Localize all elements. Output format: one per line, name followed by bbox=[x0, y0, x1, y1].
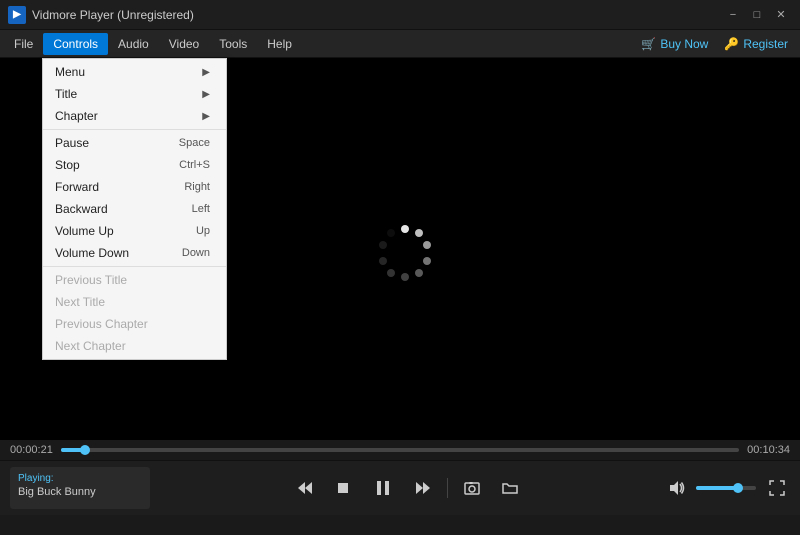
dd-pause[interactable]: Pause Space bbox=[43, 132, 226, 154]
menu-file[interactable]: File bbox=[4, 33, 43, 55]
volume-button[interactable] bbox=[664, 476, 688, 500]
key-icon: 🔑 bbox=[724, 37, 739, 51]
volume-thumb[interactable] bbox=[733, 483, 743, 493]
menu-tools[interactable]: Tools bbox=[209, 33, 257, 55]
controls-dropdown: Menu ▶ Title ▶ Chapter ▶ Pause Space Sto… bbox=[42, 58, 227, 360]
fast-forward-button[interactable] bbox=[409, 474, 437, 502]
dd-backward[interactable]: Backward Left bbox=[43, 198, 226, 220]
close-button[interactable]: ✕ bbox=[770, 4, 792, 26]
controls-divider bbox=[447, 478, 448, 498]
playing-title: Big Buck Bunny bbox=[18, 486, 142, 498]
pause-button[interactable] bbox=[367, 472, 399, 504]
center-controls bbox=[150, 472, 664, 504]
buy-now-button[interactable]: 🛒 Buy Now bbox=[633, 33, 716, 55]
time-current: 00:00:21 bbox=[10, 444, 53, 456]
menu-audio[interactable]: Audio bbox=[108, 33, 159, 55]
register-button[interactable]: 🔑 Register bbox=[716, 33, 796, 55]
progress-bar-area: 00:00:21 00:10:34 bbox=[0, 440, 800, 460]
dd-volume-down[interactable]: Volume Down Down bbox=[43, 242, 226, 264]
time-total: 00:10:34 bbox=[747, 444, 790, 456]
cart-icon: 🛒 bbox=[641, 37, 656, 51]
menu-video[interactable]: Video bbox=[159, 33, 209, 55]
dd-chapter[interactable]: Chapter ▶ bbox=[43, 105, 226, 127]
dd-volume-up[interactable]: Volume Up Up bbox=[43, 220, 226, 242]
menu-controls[interactable]: Controls bbox=[43, 33, 108, 55]
playing-label: Playing: bbox=[18, 473, 142, 484]
title-controls: − □ ✕ bbox=[722, 4, 792, 26]
volume-fill bbox=[696, 486, 738, 490]
dd-title[interactable]: Title ▶ bbox=[43, 83, 226, 105]
fullscreen-button[interactable] bbox=[764, 475, 790, 501]
menu-arrow-icon: ▶ bbox=[202, 67, 210, 78]
right-controls bbox=[664, 475, 790, 501]
dd-next-title: Next Title bbox=[43, 291, 226, 313]
minimize-button[interactable]: − bbox=[722, 4, 744, 26]
screenshot-button[interactable] bbox=[458, 474, 486, 502]
dd-next-chapter: Next Chapter bbox=[43, 335, 226, 357]
dd-prev-chapter: Previous Chapter bbox=[43, 313, 226, 335]
dd-menu[interactable]: Menu ▶ bbox=[43, 61, 226, 83]
separator-1 bbox=[43, 129, 226, 130]
rewind-button[interactable] bbox=[291, 474, 319, 502]
volume-track[interactable] bbox=[696, 486, 756, 490]
title-arrow-icon: ▶ bbox=[202, 89, 210, 100]
separator-2 bbox=[43, 266, 226, 267]
dd-prev-title: Previous Title bbox=[43, 269, 226, 291]
loading-spinner bbox=[370, 219, 430, 279]
stop-button[interactable] bbox=[329, 474, 357, 502]
playing-info: Playing: Big Buck Bunny bbox=[10, 467, 150, 509]
dd-stop[interactable]: Stop Ctrl+S bbox=[43, 154, 226, 176]
folder-button[interactable] bbox=[496, 474, 524, 502]
bottom-controls: Playing: Big Buck Bunny bbox=[0, 460, 800, 515]
dd-forward[interactable]: Forward Right bbox=[43, 176, 226, 198]
chapter-arrow-icon: ▶ bbox=[202, 111, 210, 122]
progress-track[interactable] bbox=[61, 448, 739, 452]
maximize-button[interactable]: □ bbox=[746, 4, 768, 26]
title-bar: ▶ Vidmore Player (Unregistered) − □ ✕ bbox=[0, 0, 800, 30]
app-icon: ▶ bbox=[8, 6, 26, 24]
progress-thumb[interactable] bbox=[80, 445, 90, 455]
title-text: Vidmore Player (Unregistered) bbox=[32, 8, 722, 22]
menu-bar: File Controls Audio Video Tools Help 🛒 B… bbox=[0, 30, 800, 58]
menu-help[interactable]: Help bbox=[257, 33, 302, 55]
